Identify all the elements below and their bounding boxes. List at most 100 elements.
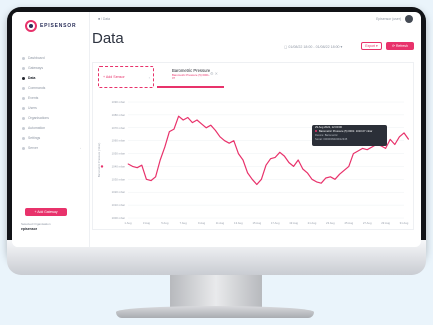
- data-point: [196, 119, 198, 121]
- data-point: [201, 123, 202, 125]
- date-range-picker[interactable]: ▢ 01/08/22 18:00 - 01/08/22 18:00 ▾: [284, 45, 342, 49]
- data-point: [297, 159, 299, 161]
- export-button[interactable]: Export ▾: [361, 42, 382, 50]
- add-gateway-button[interactable]: + Add Gateway: [25, 208, 67, 216]
- data-point: [403, 132, 405, 134]
- data-point: [127, 163, 129, 165]
- chevron-down-icon: ▾: [339, 45, 343, 49]
- data-point: [362, 148, 363, 149]
- chevron-down-icon: ▾: [375, 44, 378, 48]
- nav-dot-icon: [22, 56, 25, 60]
- nav-dot-icon: [22, 136, 25, 140]
- nav-dot-icon: [22, 126, 25, 130]
- y-tick-label: 1080 mbar: [112, 113, 125, 117]
- data-point: [159, 159, 161, 161]
- sidebar-item-automation[interactable]: Automation: [12, 123, 89, 133]
- sidebar-item-events[interactable]: Events: [12, 93, 89, 103]
- sidebar-item-users[interactable]: Users: [12, 103, 89, 113]
- sidebar-item-dashboard[interactable]: Dashboard: [12, 53, 89, 63]
- nav-dot-icon: [22, 106, 25, 110]
- sidebar-item-label: Dashboard: [28, 56, 45, 60]
- data-point: [219, 136, 221, 138]
- data-point: [302, 168, 304, 170]
- data-point: [247, 172, 248, 174]
- data-point: [316, 181, 317, 183]
- tooltip-line3: Serial: 0000009400012345: [315, 137, 348, 141]
- sidebar: EPISENSOR Dashboard Gateways Data Commands E…: [12, 12, 90, 247]
- logo-icon: [25, 20, 37, 32]
- sidebar-item-label: Commands: [28, 86, 46, 90]
- data-point: [265, 164, 267, 166]
- x-tick-label: 11 Aug: [216, 221, 225, 225]
- sidebar-item-settings[interactable]: Settings: [12, 133, 89, 143]
- data-point: [288, 162, 290, 163]
- legend-marker-icon: [100, 165, 104, 168]
- chevron-right-icon: ›: [80, 146, 81, 150]
- nav-dot-icon: [22, 66, 25, 70]
- data-point: [353, 153, 354, 154]
- data-point: [385, 148, 386, 149]
- sidebar-item-organisations[interactable]: Organisations: [12, 113, 89, 123]
- x-tick-label: 23 Aug: [326, 221, 335, 225]
- data-point: [408, 139, 409, 140]
- sidebar-item-server[interactable]: Server ›: [12, 143, 89, 153]
- x-tick-label: 15 Aug: [252, 221, 261, 225]
- x-tick-label: 1 Aug: [124, 221, 132, 225]
- sidebar-item-label: Automation: [28, 126, 46, 130]
- x-tick-label: 5 Aug: [161, 221, 169, 225]
- data-point: [251, 178, 253, 180]
- export-label: Export: [365, 44, 376, 48]
- x-tick-label: 27 Aug: [363, 221, 372, 225]
- tooltip-series-value: Barometric Pressure (5) 0001: 1010.07 mb…: [319, 129, 373, 133]
- data-point: [169, 131, 170, 132]
- x-tick-label: 29 Aug: [381, 221, 390, 225]
- sidebar-item-data[interactable]: Data: [12, 73, 89, 83]
- y-tick-label: 1030 mbar: [112, 177, 125, 181]
- data-point: [334, 178, 336, 180]
- data-point: [320, 182, 322, 184]
- nav-dot-icon: [22, 146, 25, 150]
- chart-svg[interactable]: 1000 mbar 1010 mbar 1020 mbar 1030 mbar 1040…: [92, 92, 414, 230]
- nav-dot-icon: [22, 76, 25, 80]
- gear-icon[interactable]: ⚙ ✕: [210, 71, 218, 76]
- sidebar-item-label: Events: [28, 96, 39, 100]
- data-point: [284, 155, 285, 157]
- sidebar-item-commands[interactable]: Commands: [12, 83, 89, 93]
- sensor-tab-active[interactable]: Barometric Pressure Barometric Pressure …: [157, 66, 224, 88]
- chevron-right-icon: ›: [148, 74, 150, 80]
- refresh-button[interactable]: ⟳ Refresh: [386, 42, 414, 50]
- breadcrumb[interactable]: ■ / Data: [98, 17, 110, 21]
- data-point: [279, 151, 281, 153]
- nav-dot-icon: [22, 86, 25, 90]
- x-tick-label: 31 Aug: [400, 221, 409, 225]
- data-point: [164, 146, 166, 148]
- data-point: [210, 124, 212, 126]
- sidebar-nav: Dashboard Gateways Data Commands Events Users…: [12, 53, 89, 153]
- sidebar-item-gateways[interactable]: Gateways: [12, 63, 89, 73]
- date-range-text: 01/08/22 18:00 - 01/08/22 18:00: [288, 45, 340, 49]
- user-name[interactable]: Episensor (user): [376, 17, 401, 21]
- data-point: [311, 178, 313, 180]
- data-point: [366, 149, 368, 151]
- data-point: [150, 180, 152, 181]
- org-selector[interactable]: episensor: [21, 227, 37, 231]
- data-point: [178, 115, 179, 117]
- data-point: [233, 140, 235, 142]
- series-dot-icon: [315, 129, 317, 132]
- data-point: [136, 167, 138, 169]
- avatar[interactable]: [405, 15, 413, 23]
- sidebar-item-label: Gateways: [28, 66, 44, 70]
- data-point: [357, 150, 359, 152]
- sidebar-item-label: Data: [28, 76, 36, 80]
- brand-logo[interactable]: EPISENSOR: [25, 20, 76, 32]
- data-point: [256, 184, 258, 185]
- page-title: Data: [92, 30, 124, 47]
- data-point: [330, 176, 331, 178]
- add-sensor-label: + Add Sensor: [103, 75, 125, 79]
- chart[interactable]: 1000 mbar 1010 mbar 1020 mbar 1030 mbar 1040…: [92, 92, 414, 230]
- add-sensor-button[interactable]: + Add Sensor ›: [98, 66, 154, 88]
- y-tick-label: 1090 mbar: [112, 100, 125, 104]
- brand-name: EPISENSOR: [40, 23, 77, 29]
- sidebar-item-label: Users: [28, 106, 37, 110]
- x-tick-label: 25 Aug: [344, 221, 353, 225]
